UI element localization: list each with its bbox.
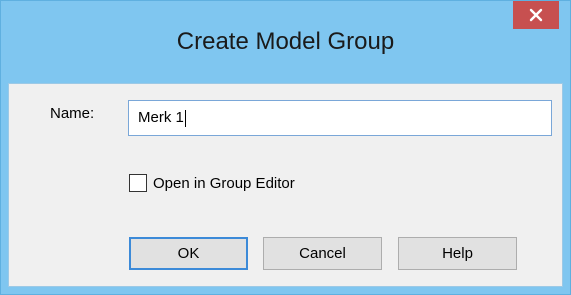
open-in-group-editor-checkbox[interactable] [129, 174, 147, 192]
name-input-value: Merk 1 [138, 109, 184, 126]
dialog-body: Name: Merk 1 Open in Group Editor OK Can… [8, 83, 563, 287]
name-label: Name: [50, 105, 95, 122]
name-input[interactable]: Merk 1 [128, 100, 552, 136]
help-button[interactable]: Help [398, 237, 517, 270]
close-button[interactable] [513, 1, 559, 29]
dialog-window: Create Model Group Name: Merk 1 Open in … [0, 0, 571, 295]
close-icon [529, 8, 543, 22]
cancel-button[interactable]: Cancel [263, 237, 382, 270]
text-caret [184, 109, 186, 127]
dialog-title: Create Model Group [176, 28, 395, 55]
ok-button[interactable]: OK [129, 237, 248, 270]
open-in-group-editor-label[interactable]: Open in Group Editor [153, 175, 295, 192]
title-bar[interactable]: Create Model Group [1, 1, 570, 83]
